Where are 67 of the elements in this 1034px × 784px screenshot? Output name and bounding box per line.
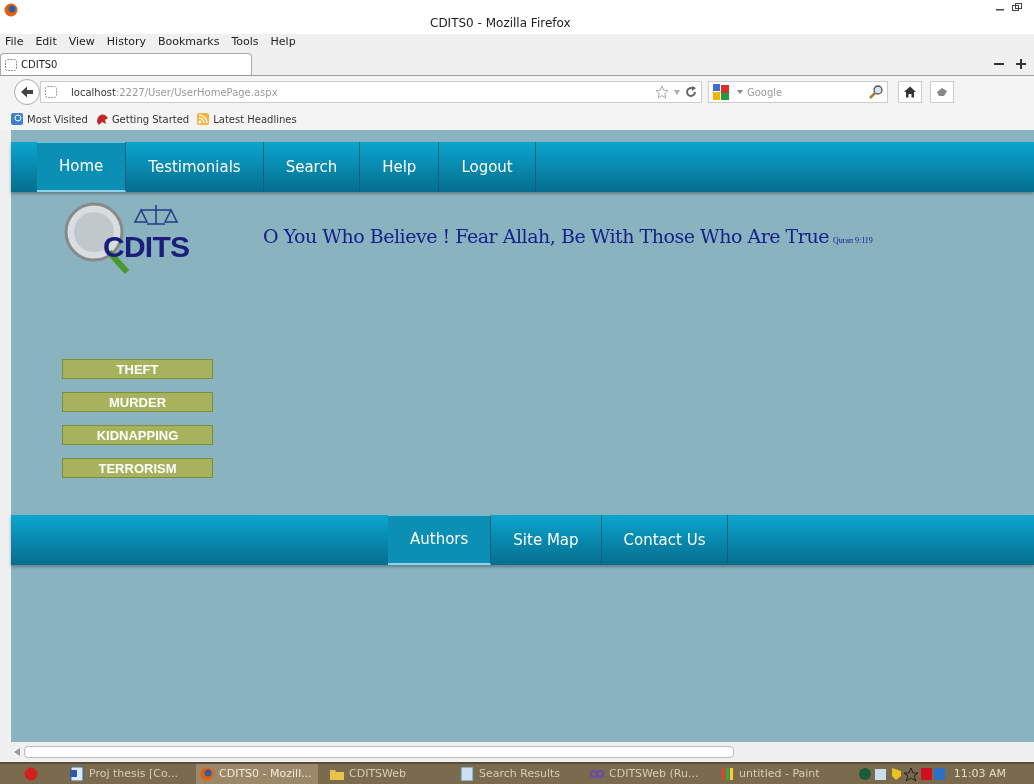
search-folder-icon bbox=[11, 113, 23, 125]
category-button[interactable]: MURDER bbox=[62, 392, 213, 412]
scrollbar-thumb[interactable] bbox=[24, 746, 734, 758]
browser-logo-icon bbox=[4, 3, 18, 17]
clock: 11:03 AM bbox=[953, 765, 1006, 782]
search-icon bbox=[869, 85, 883, 99]
home-button[interactable] bbox=[898, 81, 922, 103]
dropdown-icon bbox=[673, 88, 681, 96]
infinity-icon bbox=[590, 767, 604, 781]
quote-text: O You Who Believe ! Fear Allah, Be With Those Who Are True bbox=[263, 224, 829, 249]
quote-source: Quran 9:119 bbox=[832, 235, 873, 247]
tab-label: CDITS0 bbox=[21, 58, 58, 72]
nav-link[interactable]: Contact Us bbox=[601, 515, 729, 565]
menu-item[interactable]: Tools bbox=[231, 33, 259, 51]
nav-link[interactable]: Testimonials bbox=[126, 142, 264, 192]
taskbar-button[interactable]: CDITS0 - Mozill... bbox=[196, 764, 318, 784]
search-input[interactable]: Google bbox=[747, 84, 857, 100]
menu-item[interactable]: Bookmarks bbox=[158, 33, 220, 51]
menu-item[interactable]: View bbox=[68, 33, 95, 51]
page-icon bbox=[5, 58, 17, 71]
menu-item[interactable]: File bbox=[5, 33, 24, 51]
taskbar-button[interactable]: untitled - Paint bbox=[716, 764, 838, 784]
star-icon bbox=[655, 85, 669, 99]
menu-item[interactable]: Help bbox=[270, 33, 296, 51]
taskbar-button[interactable]: Search Results bbox=[456, 764, 578, 784]
scroll-left-icon bbox=[14, 748, 20, 756]
restore-button[interactable] bbox=[1012, 3, 1022, 11]
rss-icon bbox=[197, 113, 210, 125]
bookmark-link[interactable]: Latest Headlines bbox=[213, 111, 297, 127]
taskbar-button[interactable]: CDITSWeb bbox=[326, 764, 448, 784]
browser-tab[interactable]: CDITS0 bbox=[0, 53, 252, 75]
site-identity-icon bbox=[45, 86, 57, 98]
dropdown-icon bbox=[737, 89, 743, 95]
nav-link[interactable]: Search bbox=[263, 142, 361, 192]
reload-icon bbox=[685, 86, 697, 98]
taskbar-button[interactable]: CDITSWeb (Ru... bbox=[586, 764, 708, 784]
menu-item[interactable]: History bbox=[106, 33, 146, 51]
logo-text: CDITS bbox=[103, 229, 190, 265]
zoom-in-icon bbox=[1016, 59, 1026, 69]
nav-link[interactable]: Home bbox=[37, 142, 127, 192]
nav-link[interactable]: Authors bbox=[388, 515, 492, 565]
folder-icon bbox=[330, 767, 344, 781]
category-button[interactable]: TERRORISM bbox=[62, 458, 213, 478]
paint-icon bbox=[720, 767, 734, 781]
category-button[interactable]: KIDNAPPING bbox=[62, 425, 213, 445]
bookmark-link[interactable]: Getting Started bbox=[111, 111, 190, 127]
back-button[interactable] bbox=[14, 79, 40, 105]
back-arrow-icon bbox=[20, 86, 34, 98]
taskbar-button[interactable]: Proj thesis [Co... bbox=[66, 764, 188, 784]
document-icon bbox=[70, 767, 84, 781]
browser-logo-icon bbox=[200, 767, 214, 781]
nav-link[interactable]: Help bbox=[360, 142, 440, 192]
category-button[interactable]: THEFT bbox=[62, 359, 213, 379]
nav-link[interactable]: Logout bbox=[439, 142, 536, 192]
menu-item[interactable]: Edit bbox=[35, 33, 57, 51]
home-icon bbox=[904, 86, 916, 98]
address-bar[interactable]: localhost:2227/User/UserHomePage.aspx bbox=[40, 81, 702, 103]
bookmark-link[interactable]: Most Visited bbox=[27, 111, 88, 127]
window-title: CDITS0 - Mozilla Firefox bbox=[430, 15, 571, 32]
addon-button[interactable] bbox=[930, 81, 954, 103]
start-orb-icon bbox=[24, 767, 38, 781]
url-text: localhost:2227/User/UserHomePage.aspx bbox=[70, 85, 278, 100]
search-window-icon bbox=[460, 767, 474, 781]
bird-icon bbox=[95, 113, 108, 125]
search-field[interactable]: Google bbox=[708, 81, 888, 103]
nav-link[interactable]: Site Map bbox=[491, 515, 602, 565]
restore-icon bbox=[1012, 3, 1022, 11]
